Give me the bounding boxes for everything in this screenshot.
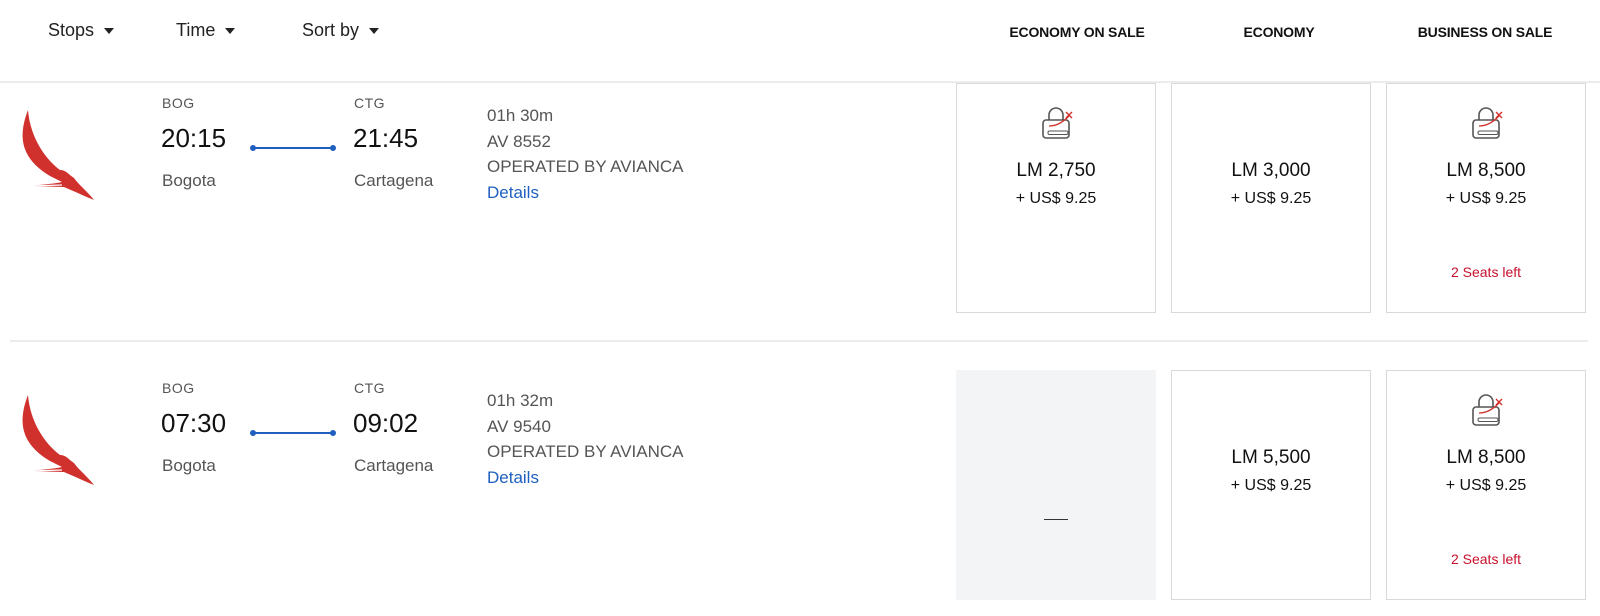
fare-tax: + US$ 9.25 <box>1230 190 1312 207</box>
fare-cell-economy-on-sale[interactable]: LM 2,750 + US$ 9.25 <box>956 83 1156 313</box>
fare-miles: LM 8,500 <box>1446 447 1526 468</box>
departure-time: 20:15 <box>161 123 227 153</box>
caret-down-icon <box>369 27 380 34</box>
route-line <box>253 432 333 434</box>
time-filter[interactable]: Time <box>176 20 236 41</box>
flight-number: AV 8552 <box>487 131 551 151</box>
fare-cell-business-on-sale[interactable]: LM 8,500 + US$ 9.25 2 Seats left <box>1386 370 1586 600</box>
fare-cell-business-on-sale[interactable]: LM 8,500 + US$ 9.25 2 Seats left <box>1386 83 1586 313</box>
departure-time: 07:30 <box>161 408 227 438</box>
details-link[interactable]: Details <box>487 465 684 491</box>
flight-info: 01h 32m AV 9540 OPERATED BY AVIANCA Deta… <box>487 388 684 490</box>
fare-cell-economy[interactable]: LM 3,000 + US$ 9.25 <box>1171 83 1371 313</box>
fare-miles: LM 2,750 <box>1016 160 1096 181</box>
fare-tax: + US$ 9.25 <box>1015 190 1097 207</box>
fare-miles: LM 5,500 <box>1231 447 1311 468</box>
details-link[interactable]: Details <box>487 180 684 206</box>
caret-down-icon <box>104 27 115 34</box>
fare-cell-unavailable <box>956 370 1156 600</box>
flight-duration: 01h 32m <box>487 391 554 410</box>
fare-tax: + US$ 9.25 <box>1230 477 1312 494</box>
lock-sale-icon <box>1469 393 1503 427</box>
stops-filter[interactable]: Stops <box>48 20 115 41</box>
destination-city: Cartagena <box>354 171 434 190</box>
flight-row: BOG 20:15 Bogota CTG 21:45 Cartagena 01h… <box>0 83 1600 325</box>
unavailable-dash <box>1044 519 1068 520</box>
lock-sale-icon <box>1039 106 1073 140</box>
fare-tax: + US$ 9.25 <box>1445 477 1527 494</box>
caret-down-icon <box>225 27 236 34</box>
destination-code: CTG <box>354 380 386 396</box>
route-end-dot <box>330 145 336 151</box>
flight-row: BOG 07:30 Bogota CTG 09:02 Cartagena 01h… <box>0 370 1600 610</box>
column-header-economy-on-sale: ECONOMY ON SALE <box>1009 24 1145 40</box>
sort-by-filter-label: Sort by <box>302 20 360 40</box>
avianca-logo-icon <box>14 106 98 200</box>
arrival-time: 09:02 <box>353 408 419 438</box>
sort-by-filter[interactable]: Sort by <box>302 20 380 41</box>
origin-code: BOG <box>162 380 195 396</box>
operated-by: OPERATED BY AVIANCA <box>487 442 684 461</box>
time-filter-label: Time <box>176 20 216 40</box>
avianca-logo-icon <box>14 391 98 485</box>
origin-code: BOG <box>162 95 195 111</box>
results-header: Stops Time Sort by ECONOMY ON SALE ECONO… <box>0 0 1600 83</box>
route-end-dot <box>330 430 336 436</box>
column-header-business-on-sale: BUSINESS ON SALE <box>1417 24 1553 40</box>
origin-city: Bogota <box>162 171 216 190</box>
flight-duration: 01h 30m <box>487 106 554 125</box>
lock-sale-icon <box>1469 106 1503 140</box>
flight-info: 01h 30m AV 8552 OPERATED BY AVIANCA Deta… <box>487 103 684 205</box>
seats-left: 2 Seats left <box>1450 551 1522 567</box>
seats-left: 2 Seats left <box>1450 264 1522 280</box>
fare-tax: + US$ 9.25 <box>1445 190 1527 207</box>
fare-miles: LM 8,500 <box>1446 160 1526 181</box>
destination-code: CTG <box>354 95 386 111</box>
origin-city: Bogota <box>162 456 216 475</box>
destination-city: Cartagena <box>354 456 434 475</box>
route-line <box>253 147 333 149</box>
stops-filter-label: Stops <box>48 20 95 40</box>
arrival-time: 21:45 <box>353 123 419 153</box>
fare-cell-economy[interactable]: LM 5,500 + US$ 9.25 <box>1171 370 1371 600</box>
flight-number: AV 9540 <box>487 416 551 436</box>
operated-by: OPERATED BY AVIANCA <box>487 157 684 176</box>
fare-miles: LM 3,000 <box>1231 160 1311 181</box>
column-header-economy: ECONOMY <box>1243 24 1315 40</box>
row-divider <box>10 340 1588 342</box>
